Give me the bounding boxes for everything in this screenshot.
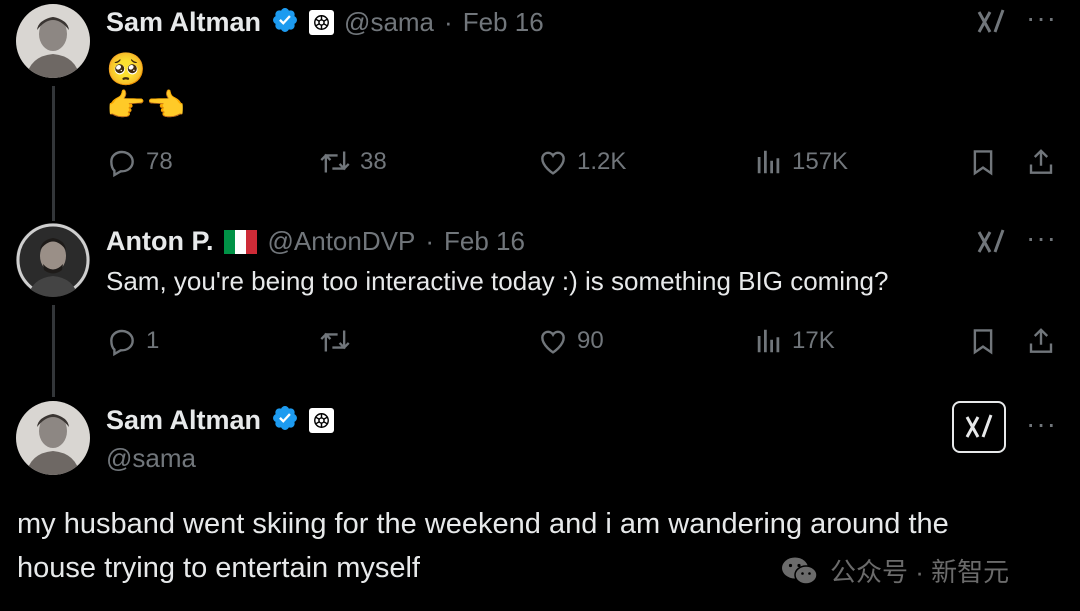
grok-icon[interactable]: [975, 6, 1007, 43]
separator: ·: [425, 226, 434, 256]
heart-icon: [541, 330, 565, 354]
tweet-header: Sam Altman @sama · Feb 16: [106, 6, 544, 39]
reply-button[interactable]: 1: [106, 325, 159, 357]
views-button[interactable]: 17K: [754, 325, 835, 357]
author-name[interactable]: Sam Altman: [106, 7, 261, 38]
grok-icon[interactable]: [975, 226, 1007, 263]
tweet-text-line-1: my husband went skiing for the weekend a…: [17, 508, 949, 540]
repost-button[interactable]: [318, 325, 360, 357]
tweet-date[interactable]: Feb 16: [444, 226, 525, 257]
repost-icon: [320, 330, 350, 352]
thread-line: [52, 305, 55, 397]
more-options-icon[interactable]: ···: [1026, 408, 1057, 440]
avatar[interactable]: [16, 4, 90, 78]
share-icon: [1029, 328, 1053, 353]
openai-logo-icon: [309, 408, 335, 433]
tweet-header: Sam Altman: [106, 404, 335, 437]
reply-count: 78: [146, 148, 173, 175]
repost-icon: [320, 151, 350, 173]
author-name[interactable]: Anton P.: [106, 226, 214, 257]
repost-button[interactable]: 38: [318, 146, 387, 178]
separator: ·: [444, 7, 453, 37]
share-button[interactable]: [1026, 325, 1056, 357]
reply-icon: [110, 150, 134, 178]
verified-badge-icon: [271, 6, 299, 39]
views-count: 157K: [792, 148, 849, 175]
repost-count: 38: [360, 148, 387, 175]
analytics-icon: [757, 329, 780, 353]
bookmark-icon: [973, 329, 993, 355]
share-icon: [1029, 149, 1053, 174]
tweet-date[interactable]: Feb 16: [463, 7, 544, 38]
views-count: 17K: [792, 327, 835, 354]
reply-count: 1: [146, 327, 160, 354]
italy-flag-icon: [223, 229, 258, 254]
grok-icon[interactable]: [952, 401, 1006, 453]
tweet-emoji-line-2: 👉👈: [106, 87, 186, 123]
more-options-icon[interactable]: ···: [1026, 222, 1057, 254]
verified-badge-icon: [271, 404, 299, 437]
analytics-icon: [757, 150, 780, 174]
tweet-header: Anton P. @AntonDVP · Feb 16: [106, 226, 525, 257]
wechat-icon: [782, 557, 818, 585]
views-button[interactable]: 157K: [754, 146, 848, 178]
author-name[interactable]: Sam Altman: [106, 405, 261, 436]
bookmark-button[interactable]: [968, 325, 998, 357]
like-count: 1.2K: [577, 148, 627, 175]
like-button[interactable]: 90: [537, 325, 604, 357]
watermark: 公众号 · 新智元: [780, 552, 1009, 589]
tweet-emoji-line-1: 🥺: [106, 51, 146, 87]
heart-icon: [541, 151, 565, 175]
openai-logo-icon: [309, 10, 335, 35]
avatar[interactable]: [16, 401, 90, 475]
author-handle[interactable]: @AntonDVP: [268, 226, 416, 257]
bookmark-icon: [973, 150, 993, 176]
share-button[interactable]: [1026, 146, 1056, 178]
reply-icon: [110, 329, 134, 357]
tweet-text-line-2: house trying to entertain myself: [17, 552, 420, 584]
bookmark-button[interactable]: [968, 146, 998, 178]
thread-line: [52, 86, 55, 221]
author-handle[interactable]: @sama: [344, 7, 434, 38]
like-count: 90: [577, 327, 604, 354]
tweet-text: Sam, you're being too interactive today …: [106, 266, 889, 296]
author-handle[interactable]: @sama: [106, 443, 196, 474]
like-button[interactable]: 1.2K: [537, 146, 626, 178]
more-options-icon[interactable]: ···: [1026, 2, 1057, 34]
watermark-text: 公众号 · 新智元: [830, 557, 1010, 587]
avatar[interactable]: [16, 223, 90, 297]
reply-button[interactable]: 78: [106, 146, 173, 178]
